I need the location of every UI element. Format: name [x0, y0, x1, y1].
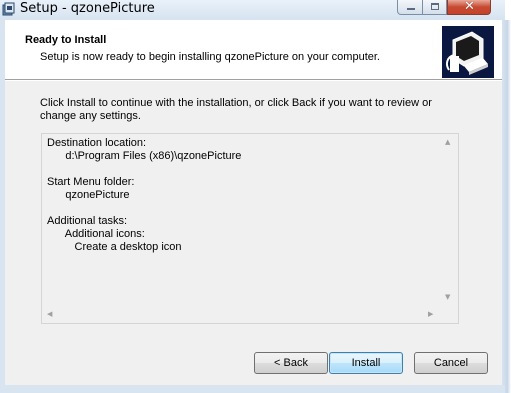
wizard-header: Ready to Install Setup is now ready to b…	[5, 20, 502, 80]
scroll-up-icon[interactable]: ▲	[445, 139, 450, 146]
install-instructions: Click Install to continue with the insta…	[40, 97, 432, 122]
memo-line: Additional tasks:	[47, 215, 128, 227]
memo-line	[47, 163, 241, 176]
maximize-button[interactable]	[422, 0, 447, 15]
window-title: Setup - qzonePicture	[20, 1, 155, 16]
ready-memo-text: Destination location: d:\Program Files (…	[47, 137, 241, 254]
window-frame-right	[502, 20, 511, 393]
cancel-button[interactable]: Cancel	[414, 352, 488, 374]
scroll-down-icon[interactable]: ▼	[445, 294, 450, 301]
page-title: Ready to Install	[25, 34, 107, 46]
memo-line: d:\Program Files (x86)\qzonePicture	[47, 150, 242, 162]
close-button[interactable]: ✕	[447, 0, 491, 15]
memo-line: Destination location:	[47, 137, 147, 149]
install-button[interactable]: Install	[329, 352, 403, 374]
header-divider	[5, 80, 502, 81]
window-frame-bottom	[0, 385, 505, 393]
minimize-button[interactable]	[397, 0, 423, 15]
scroll-left-icon[interactable]: ◀	[47, 311, 52, 318]
memo-horizontal-scrollbar[interactable]: ◀ ▶	[42, 306, 440, 323]
memo-line: Start Menu folder:	[47, 176, 135, 188]
wizard-computer-icon	[442, 26, 494, 78]
setup-app-icon	[2, 2, 16, 16]
ready-memo[interactable]: Destination location: d:\Program Files (…	[41, 133, 459, 324]
memo-line: Create a desktop icon	[47, 241, 182, 253]
scroll-right-icon[interactable]: ▶	[428, 311, 433, 318]
back-button[interactable]: < Back	[254, 352, 328, 374]
memo-line: qzonePicture	[47, 189, 130, 201]
wizard-client-area: Ready to Install Setup is now ready to b…	[5, 20, 502, 385]
memo-line	[47, 202, 241, 215]
minimize-icon	[407, 8, 415, 10]
memo-line: Additional icons:	[47, 228, 145, 240]
memo-vertical-scrollbar[interactable]: ▲ ▼	[440, 134, 458, 306]
maximize-icon	[431, 3, 439, 10]
close-icon: ✕	[464, 0, 475, 14]
page-subtitle: Setup is now ready to begin installing q…	[40, 51, 380, 63]
